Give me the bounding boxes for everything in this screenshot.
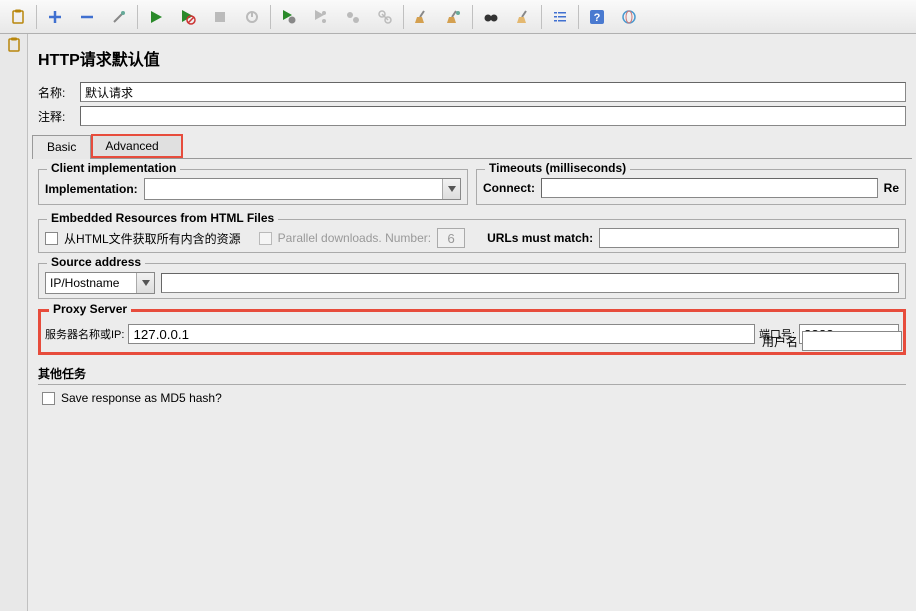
source-address-section: Source address IP/Hostname: [38, 263, 906, 299]
play-no-icon[interactable]: [173, 3, 203, 31]
play-cluster-icon[interactable]: [306, 3, 336, 31]
tree-sidebar: [0, 34, 28, 611]
urls-match-input[interactable]: [599, 228, 899, 248]
proxy-server-input[interactable]: [128, 324, 754, 344]
client-impl-legend: Client implementation: [47, 161, 180, 175]
implementation-combo[interactable]: [144, 178, 461, 200]
md5-checkbox[interactable]: [42, 392, 55, 405]
client-impl-section: Client implementation Implementation:: [38, 169, 468, 205]
broom3-icon[interactable]: [508, 3, 538, 31]
list1-icon[interactable]: [545, 3, 575, 31]
remove-icon[interactable]: [72, 3, 102, 31]
clipboard-icon[interactable]: [3, 3, 33, 31]
link-icon[interactable]: [370, 3, 400, 31]
retrieve-resources-label: 从HTML文件获取所有内含的资源: [64, 230, 241, 247]
parallel-downloads-label: Parallel downloads. Number:: [278, 231, 431, 245]
play-icon[interactable]: [141, 3, 171, 31]
proxy-server-label: 服务器名称或IP:: [45, 326, 124, 342]
urls-match-label: URLs must match:: [487, 231, 593, 245]
connect-input[interactable]: [541, 178, 878, 198]
connect-label: Connect:: [483, 181, 535, 195]
parallel-number-input: [437, 228, 465, 248]
main-panel: HTTP请求默认值 名称: 注释: Basic Advanced Client …: [28, 34, 916, 611]
play-gear-icon[interactable]: [274, 3, 304, 31]
timeouts-section: Timeouts (milliseconds) Connect: Re: [476, 169, 906, 205]
wand-icon[interactable]: [104, 3, 134, 31]
comment-input[interactable]: [80, 106, 906, 126]
proxy-server-legend: Proxy Server: [49, 302, 131, 316]
chevron-down-icon: [136, 273, 154, 293]
config-tabs: Basic Advanced: [32, 134, 912, 159]
proxy-user-input[interactable]: [802, 331, 902, 351]
source-address-input[interactable]: [161, 273, 899, 293]
other-tasks-title: 其他任务: [38, 365, 906, 385]
chevron-down-icon: [442, 179, 460, 199]
name-label: 名称:: [38, 84, 80, 101]
tab-basic[interactable]: Basic: [32, 135, 91, 159]
help-icon[interactable]: ?: [582, 3, 612, 31]
source-type-combo[interactable]: IP/Hostname: [45, 272, 155, 294]
gears-icon[interactable]: [338, 3, 368, 31]
globe-icon[interactable]: [614, 3, 644, 31]
clipboard-icon[interactable]: [6, 37, 22, 53]
binoculars-icon[interactable]: [476, 3, 506, 31]
comment-label: 注释:: [38, 108, 80, 125]
broom1-icon[interactable]: [407, 3, 437, 31]
retrieve-resources-checkbox[interactable]: [45, 232, 58, 245]
proxy-user-label: 用户名: [762, 333, 798, 350]
tab-advanced[interactable]: Advanced: [91, 134, 182, 158]
response-label: Re: [884, 181, 899, 195]
source-address-legend: Source address: [47, 255, 145, 269]
implementation-label: Implementation:: [45, 182, 138, 196]
add-icon[interactable]: [40, 3, 70, 31]
embedded-legend: Embedded Resources from HTML Files: [47, 211, 278, 225]
embedded-section: Embedded Resources from HTML Files 从HTML…: [38, 219, 906, 253]
main-toolbar: ?: [0, 0, 916, 34]
timeouts-legend: Timeouts (milliseconds): [485, 161, 630, 175]
shutdown-icon[interactable]: [237, 3, 267, 31]
svg-text:?: ?: [594, 12, 601, 24]
md5-label: Save response as MD5 hash?: [61, 391, 222, 405]
stop-icon[interactable]: [205, 3, 235, 31]
name-input[interactable]: [80, 82, 906, 102]
panel-title: HTTP请求默认值: [32, 40, 912, 80]
other-tasks-section: 其他任务 Save response as MD5 hash?: [38, 365, 906, 411]
parallel-downloads-checkbox: [259, 232, 272, 245]
broom2-icon[interactable]: [439, 3, 469, 31]
